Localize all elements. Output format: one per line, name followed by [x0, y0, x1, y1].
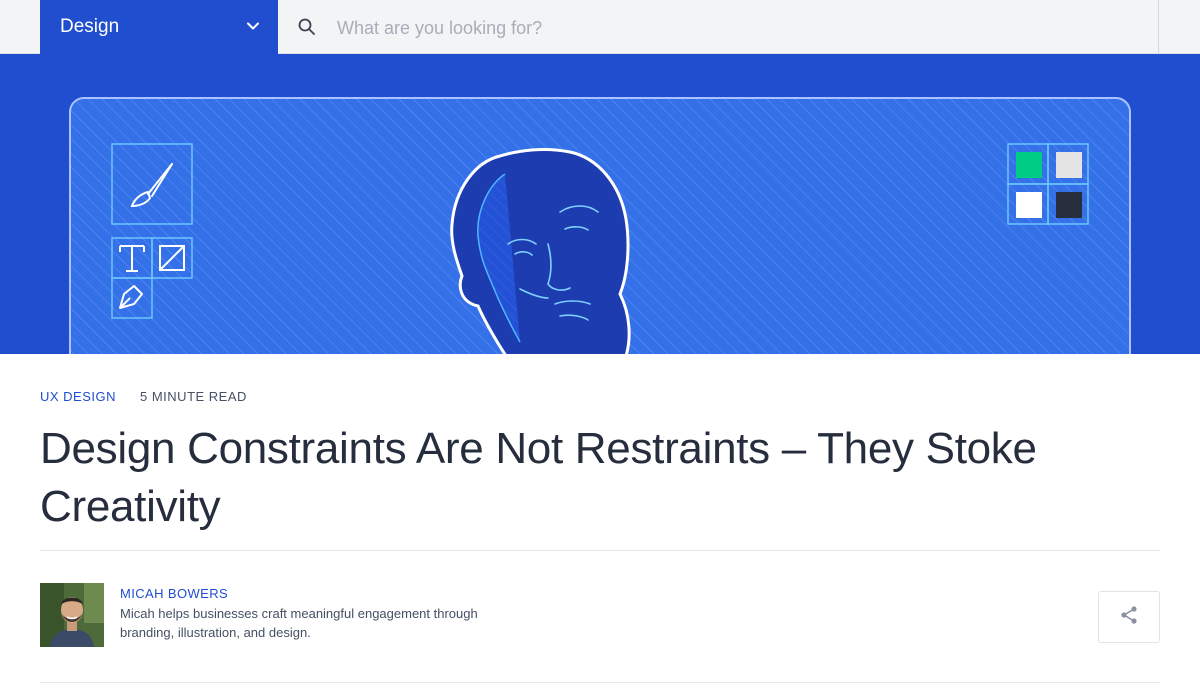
author-bio: Micah helps businesses craft meaningful … [120, 606, 478, 640]
top-bar: Design [0, 0, 1200, 54]
article-title: Design Constraints Are Not Restraints – … [40, 424, 1037, 531]
share-icon [1119, 605, 1139, 630]
search-bar [279, 0, 1159, 54]
author-name-link[interactable]: MICAH BOWERS [120, 586, 228, 601]
category-tag-link[interactable]: UX DESIGN [40, 389, 116, 404]
category-dropdown[interactable]: Design [40, 0, 278, 54]
swatch-white [1016, 192, 1042, 218]
article-meta: UX DESIGN 5 MINUTE READ [40, 389, 247, 404]
swatch-light-gray [1056, 152, 1082, 178]
divider-top [40, 550, 1160, 551]
search-icon[interactable] [297, 17, 317, 42]
search-input[interactable] [335, 12, 1099, 44]
category-label: Design [60, 16, 120, 37]
share-button[interactable] [1098, 591, 1160, 643]
swatch-green [1016, 152, 1042, 178]
swatch-dark [1056, 192, 1082, 218]
author-avatar[interactable] [40, 583, 104, 647]
hero-illustration [0, 54, 1200, 354]
divider-bottom [40, 682, 1160, 683]
read-time: 5 MINUTE READ [140, 389, 247, 404]
chevron-down-icon [246, 19, 260, 38]
